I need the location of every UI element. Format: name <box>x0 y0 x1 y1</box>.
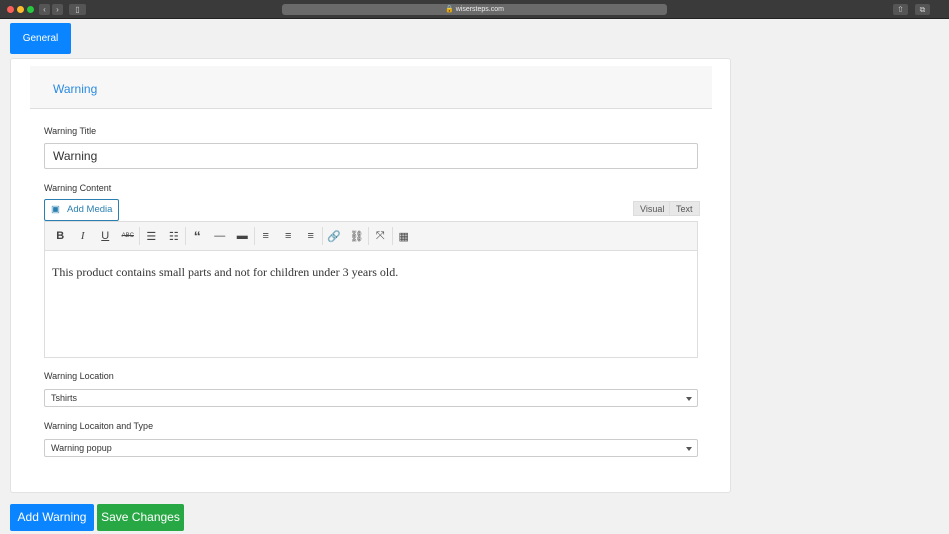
browser-toolbar: ‹ › ▯ 🔒 wisersteps.com ⇧ ⧉ <box>0 0 949 19</box>
blockquote-icon[interactable]: “ <box>186 228 209 244</box>
maximize-window-button[interactable] <box>27 6 34 13</box>
add-warning-button[interactable]: Add Warning <box>10 504 94 531</box>
align-center-icon[interactable]: ≡ <box>277 230 300 242</box>
sidebar-button[interactable]: ▯ <box>69 4 86 15</box>
editor-toolbar: B I U ABC ☰ ☷ “ — ▬ ≡ ≡ ≡ 🔗 ⛓ ⤧ ▦ <box>45 222 697 251</box>
tabs-button[interactable]: ⧉ <box>915 4 930 15</box>
align-right-icon[interactable]: ≡ <box>300 230 323 242</box>
back-button[interactable]: ‹ <box>39 4 50 15</box>
numbered-list-icon[interactable]: ☷ <box>163 230 186 243</box>
rich-text-editor: B I U ABC ☰ ☷ “ — ▬ ≡ ≡ ≡ 🔗 ⛓ ⤧ ▦ This p… <box>44 221 698 358</box>
warning-type-label: Warning Locaiton and Type <box>44 421 154 431</box>
editor-content[interactable]: This product contains small parts and no… <box>45 251 697 294</box>
align-left-icon[interactable]: ≡ <box>255 230 278 242</box>
bold-icon[interactable]: B <box>49 230 72 242</box>
underline-icon[interactable]: U <box>94 230 117 242</box>
address-bar[interactable]: 🔒 wisersteps.com <box>282 4 667 15</box>
tab-visual[interactable]: Visual <box>633 201 672 216</box>
close-window-button[interactable] <box>7 6 14 13</box>
save-changes-button[interactable]: Save Changes <box>97 504 184 531</box>
read-more-icon[interactable]: ▬ <box>231 230 254 242</box>
italic-icon[interactable]: I <box>72 230 95 242</box>
fullscreen-icon[interactable]: ⤧ <box>369 230 392 243</box>
section-title: Warning <box>53 82 98 96</box>
warning-location-select[interactable]: Tshirts <box>44 389 698 407</box>
bullet-list-icon[interactable]: ☰ <box>140 230 163 243</box>
minimize-window-button[interactable] <box>17 6 24 13</box>
warning-location-label: Warning Location <box>44 371 114 381</box>
unlink-icon[interactable]: ⛓ <box>346 230 369 243</box>
warning-title-label: Warning Title <box>44 126 97 136</box>
share-button[interactable]: ⇧ <box>893 4 908 15</box>
toolbar-toggle-icon[interactable]: ▦ <box>393 230 416 243</box>
tab-general[interactable]: General <box>10 23 71 54</box>
media-icon: ▣ <box>51 204 60 215</box>
panel-header: Warning <box>30 66 712 109</box>
link-icon[interactable]: 🔗 <box>323 230 346 243</box>
forward-button[interactable]: › <box>52 4 63 15</box>
strikethrough-icon[interactable]: ABC <box>117 233 140 239</box>
warning-type-select[interactable]: Warning popup <box>44 439 698 457</box>
tab-text[interactable]: Text <box>669 201 700 216</box>
warning-content-label: Warning Content <box>44 183 112 193</box>
url-text: wisersteps.com <box>455 6 504 13</box>
add-media-label: Add Media <box>67 204 113 215</box>
warning-panel: Warning Warning Title Warning Warning Co… <box>10 58 731 493</box>
add-media-button[interactable]: ▣ Add Media <box>44 199 119 221</box>
horizontal-line-icon[interactable]: — <box>209 230 232 242</box>
warning-title-input[interactable]: Warning <box>44 143 698 169</box>
